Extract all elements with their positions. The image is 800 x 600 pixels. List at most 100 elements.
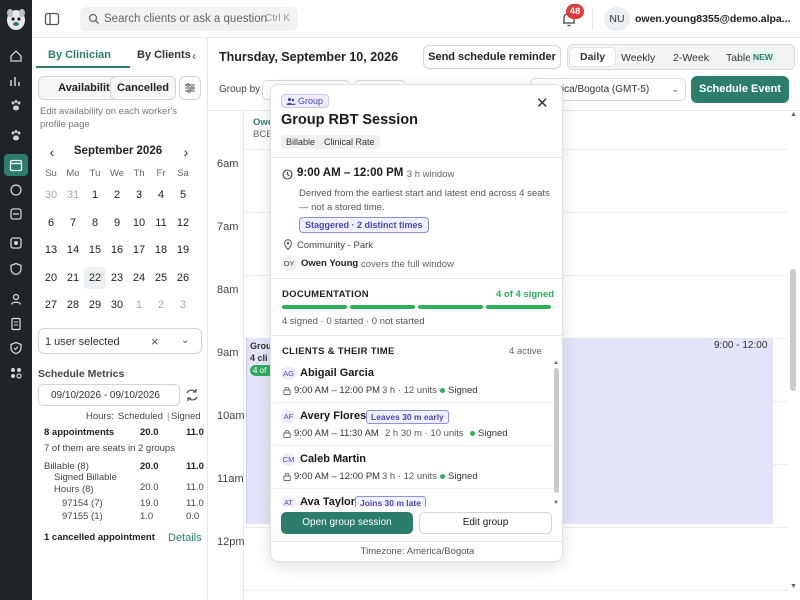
inbox-icon[interactable] bbox=[9, 207, 23, 221]
tab-by-clients[interactable]: By Clients bbox=[137, 49, 191, 61]
calendar-day[interactable]: 19 bbox=[172, 239, 194, 261]
schedule-event-button[interactable]: Schedule Event bbox=[691, 76, 789, 103]
scroll-down-icon[interactable]: ▼ bbox=[790, 583, 797, 590]
refresh-icon[interactable] bbox=[184, 387, 200, 403]
clinician-name[interactable]: Owen Young bbox=[301, 258, 358, 269]
calendar-day[interactable]: 24 bbox=[128, 267, 150, 289]
client-row[interactable]: CM Caleb Martin 9:00 AM – 12:00 PM 3 h · 12… bbox=[271, 446, 553, 489]
calendar-day[interactable]: 31 bbox=[62, 184, 84, 206]
calendar-day[interactable]: 13 bbox=[40, 239, 62, 261]
client-name[interactable]: Avery Flores bbox=[300, 410, 366, 422]
paw-alt-icon[interactable] bbox=[9, 128, 23, 142]
tab-table[interactable]: Table bbox=[726, 52, 751, 64]
chat-icon[interactable] bbox=[9, 183, 23, 197]
document-icon[interactable] bbox=[9, 317, 23, 331]
home-icon[interactable] bbox=[9, 49, 23, 63]
shield-icon[interactable] bbox=[9, 262, 23, 276]
icon-rail bbox=[0, 0, 32, 600]
calendar-day[interactable]: 17 bbox=[128, 239, 150, 261]
calendar-day[interactable]: 1 bbox=[84, 184, 106, 206]
client-avatar: AT bbox=[281, 496, 296, 507]
calendar-day[interactable]: 5 bbox=[172, 184, 194, 206]
avatar[interactable]: NU bbox=[604, 7, 630, 31]
scroll-down-icon[interactable]: ▼ bbox=[553, 500, 559, 506]
tab-by-clinician[interactable]: By Clinician bbox=[48, 49, 111, 61]
calendar-day[interactable]: 12 bbox=[172, 212, 194, 234]
calendar-day[interactable]: 22 bbox=[84, 266, 106, 289]
scroll-up-icon[interactable]: ▲ bbox=[790, 111, 797, 118]
edit-group-button[interactable]: Edit group bbox=[419, 512, 552, 534]
hour-label: 6am bbox=[217, 158, 239, 170]
scroll-up-icon[interactable]: ▲ bbox=[553, 360, 559, 366]
calendar-day[interactable]: 23 bbox=[106, 267, 128, 289]
tab-weekly[interactable]: Weekly bbox=[621, 52, 655, 64]
billing-icon[interactable] bbox=[9, 236, 23, 250]
collapse-chevron-icon[interactable]: ‹ bbox=[192, 49, 196, 63]
security-icon[interactable] bbox=[9, 341, 23, 355]
calendar-day[interactable]: 6 bbox=[40, 212, 62, 234]
calendar-day[interactable]: 2 bbox=[106, 184, 128, 206]
client-name[interactable]: Caleb Martin bbox=[300, 453, 366, 465]
paw-icon[interactable] bbox=[9, 98, 23, 112]
details-link[interactable]: Details bbox=[168, 532, 202, 544]
chart-icon[interactable] bbox=[9, 74, 23, 88]
chevron-down-icon[interactable]: ⌄ bbox=[181, 335, 189, 346]
calendar-day[interactable]: 9 bbox=[106, 212, 128, 234]
clear-selection-icon[interactable]: × bbox=[151, 334, 159, 349]
tab-daily[interactable]: Daily bbox=[570, 48, 616, 66]
calendar-weekday: Fr bbox=[156, 168, 166, 179]
calendar-day[interactable]: 25 bbox=[150, 267, 172, 289]
integrations-icon[interactable] bbox=[9, 366, 23, 380]
calendar-day[interactable]: 27 bbox=[40, 294, 62, 316]
send-reminder-button[interactable]: Send schedule reminder bbox=[423, 45, 561, 69]
client-row[interactable]: ATAva TaylorJoins 30 m late9:30 AM – 12:… bbox=[271, 489, 553, 507]
open-group-session-button[interactable]: Open group session bbox=[281, 512, 413, 534]
search-input[interactable]: Search clients or ask a question Ctrl K bbox=[80, 7, 298, 31]
calendar-day[interactable]: 30 bbox=[40, 184, 62, 206]
calendar-day[interactable]: 21 bbox=[62, 267, 84, 289]
calendar-day[interactable]: 3 bbox=[128, 184, 150, 206]
calendar-day[interactable]: 20 bbox=[40, 267, 62, 289]
calendar-day[interactable]: 1 bbox=[128, 294, 150, 316]
client-name[interactable]: Abigail Garcia bbox=[300, 367, 374, 379]
calendar-day[interactable]: 30 bbox=[106, 294, 128, 316]
calendar-day[interactable]: 18 bbox=[150, 239, 172, 261]
calendar-day[interactable]: 16 bbox=[106, 239, 128, 261]
metrics-date-range[interactable]: 09/10/2026 - 09/10/2026 bbox=[38, 384, 180, 406]
calendar-day[interactable]: 11 bbox=[150, 212, 172, 234]
user-email[interactable]: owen.young8355@demo.alpa... bbox=[635, 13, 791, 25]
clients-title: CLIENTS & THEIR TIME bbox=[282, 346, 395, 357]
filter-settings-button[interactable] bbox=[179, 76, 201, 100]
calendar-nav-icon[interactable] bbox=[4, 154, 28, 176]
calendar-day[interactable]: 15 bbox=[84, 239, 106, 261]
tab-two-week[interactable]: 2-Week bbox=[673, 52, 709, 64]
calendar-day[interactable]: 4 bbox=[150, 184, 172, 206]
app-logo-icon[interactable] bbox=[4, 6, 28, 32]
client-row[interactable]: AG Abigail Garcia 9:00 AM – 12:00 PM 3 h · … bbox=[271, 360, 553, 403]
calendar-day[interactable]: 14 bbox=[62, 239, 84, 261]
client-row[interactable]: AF Avery Flores Leaves 30 m early 9:00 AM –… bbox=[271, 403, 553, 446]
cancelled-button[interactable]: Cancelled bbox=[110, 76, 176, 100]
calendar-scrollbar[interactable] bbox=[790, 269, 796, 391]
active-tab-underline bbox=[36, 66, 130, 68]
event-clients-stub: 4 cli bbox=[250, 353, 268, 363]
user-select[interactable]: 1 user selected × ⌄ bbox=[38, 328, 202, 354]
user-icon[interactable] bbox=[9, 292, 23, 306]
client-name[interactable]: Ava Taylor bbox=[300, 496, 355, 507]
sidebar-toggle-icon[interactable] bbox=[44, 11, 60, 27]
prev-month-icon[interactable]: ‹ bbox=[42, 142, 62, 162]
calendar-day[interactable]: 28 bbox=[62, 294, 84, 316]
calendar-day[interactable]: 3 bbox=[172, 294, 194, 316]
calendar-day[interactable]: 7 bbox=[62, 212, 84, 234]
client-list-scrollbar[interactable]: ▲ ▼ bbox=[553, 360, 559, 507]
calendar-day[interactable]: 8 bbox=[84, 212, 106, 234]
next-month-icon[interactable]: › bbox=[176, 142, 196, 162]
metric-label: 97154 (7) bbox=[62, 498, 103, 509]
close-icon[interactable]: ✕ bbox=[536, 94, 549, 112]
calendar-day[interactable]: 26 bbox=[172, 267, 194, 289]
staggered-badge: Staggered · 2 distinct times bbox=[299, 217, 429, 233]
calendar-day[interactable]: 10 bbox=[128, 212, 150, 234]
calendar-day[interactable]: 2 bbox=[150, 294, 172, 316]
calendar-day[interactable]: 29 bbox=[84, 294, 106, 316]
scroll-thumb[interactable] bbox=[554, 368, 559, 493]
